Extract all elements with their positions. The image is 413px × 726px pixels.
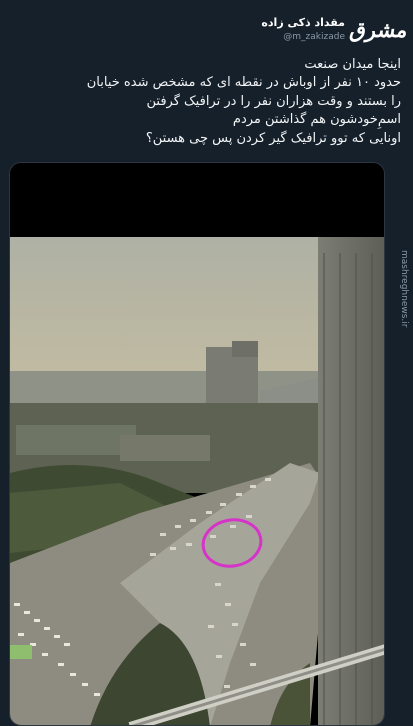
- author-name[interactable]: مقداد ذکی زاده: [261, 16, 345, 29]
- tweet-text: اینجا میدان صنعت حدود ۱۰ نفر از اوباش در…: [11, 56, 401, 148]
- author-handle[interactable]: @m_zakizade: [283, 32, 345, 42]
- tweet-line: اینجا میدان صنعت: [304, 57, 401, 72]
- tweet-line: اونایی که توو ترافیک گیر کردن پس چی هستن…: [145, 130, 401, 146]
- mashregh-logo-icon[interactable]: مشرق: [348, 12, 409, 46]
- tweet-line: حدود ۱۰ نفر از اوباش در نقطه ای که مشخص …: [86, 75, 401, 91]
- traffic-video-frame: [10, 163, 384, 725]
- logo-text: مشرق: [348, 16, 410, 42]
- tweet-line: اسمِ‌خودشون هم گذاشتن مردم: [232, 112, 401, 128]
- tweet-line: را بستند و وقت هزاران نفر را در ترافیک گ…: [146, 93, 401, 109]
- tweet-video[interactable]: [9, 162, 385, 726]
- tweet-header: مقداد ذکی زاده @m_zakizade مشرق: [0, 0, 413, 50]
- site-watermark: mashreghnews.ir: [399, 250, 409, 328]
